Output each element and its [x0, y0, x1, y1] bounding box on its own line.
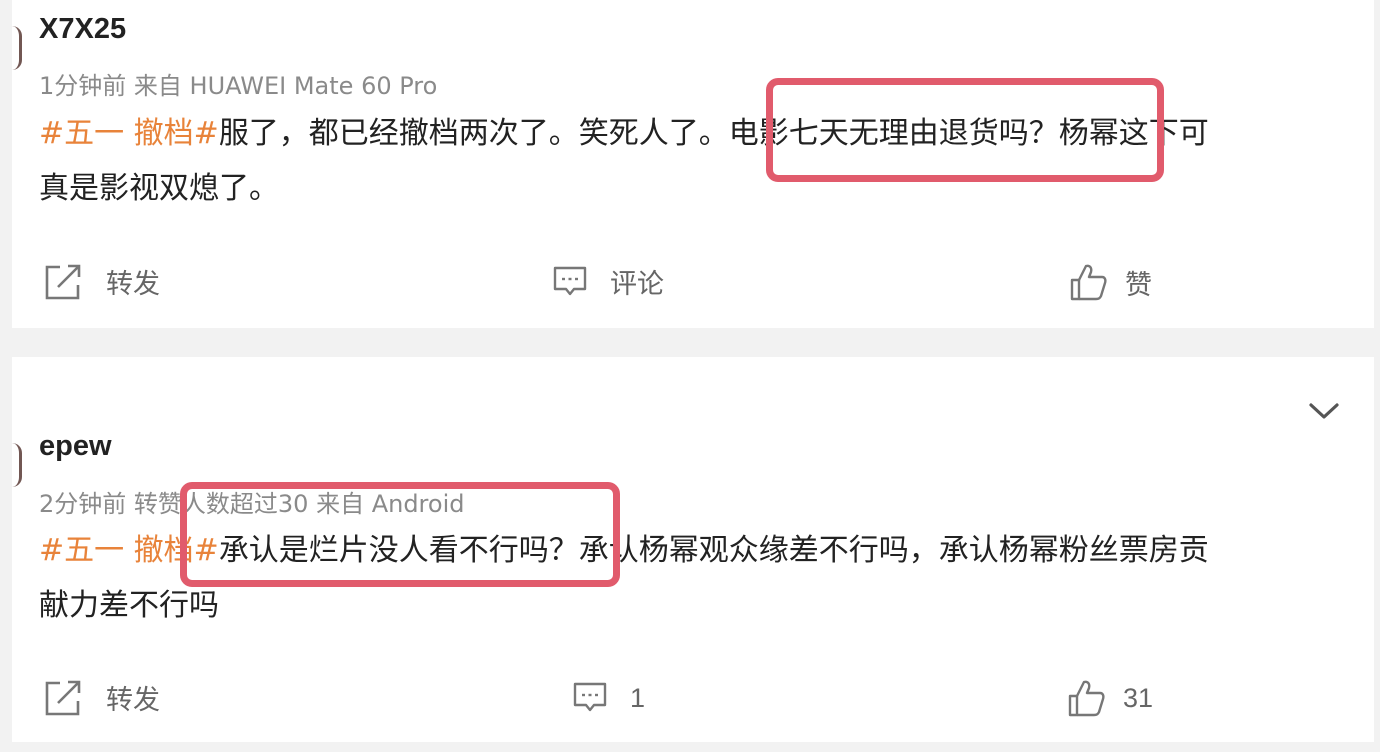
repost-label: 转发: [106, 685, 160, 716]
post-text: #五一 撤档#承认是烂片没人看不行吗？承认杨幂观众缘差不行吗，承认杨幂粉丝票房贡…: [39, 523, 1339, 633]
repost-button[interactable]: 转发: [44, 262, 160, 301]
comment-button[interactable]: 1: [572, 680, 645, 716]
username[interactable]: epew: [39, 430, 112, 463]
chevron-down-icon[interactable]: [1308, 401, 1340, 425]
topic-link[interactable]: #五一 撤档#: [39, 533, 219, 568]
like-button[interactable]: 赞: [1069, 262, 1152, 302]
comment-count: 1: [630, 682, 646, 713]
comment-label: 评论: [610, 269, 664, 300]
avatar[interactable]: [12, 443, 22, 487]
post-card: epew 2分钟前 转赞人数超过30 来自 Android #五一 撤档#承认是…: [12, 357, 1374, 742]
username[interactable]: X7X25: [39, 13, 126, 46]
comment-button[interactable]: 评论: [552, 262, 664, 301]
post-meta: 1分钟前 来自 HUAWEI Mate 60 Pro: [39, 72, 438, 100]
like-button[interactable]: 31: [1067, 678, 1153, 718]
post-text-line: 真是影视双熄了。: [39, 171, 279, 206]
share-icon: [44, 263, 84, 301]
post-text-line: 承认是烂片没人看不行吗？承认杨幂观众缘差不行吗，承认杨幂粉丝票房贡: [218, 533, 1209, 568]
thumbs-up-icon: [1069, 262, 1109, 302]
topic-link[interactable]: #五一 撤档#: [39, 116, 219, 151]
repost-label: 转发: [106, 269, 160, 300]
share-icon: [44, 679, 84, 717]
thumbs-up-icon: [1067, 678, 1107, 718]
post-text-line: 献力差不行吗: [39, 588, 219, 623]
comment-icon: [572, 680, 608, 716]
post-card: X7X25 1分钟前 来自 HUAWEI Mate 60 Pro #五一 撤档#…: [12, 0, 1374, 328]
comment-icon: [552, 264, 588, 300]
avatar[interactable]: [12, 26, 22, 70]
like-count: 31: [1123, 682, 1154, 713]
repost-button[interactable]: 转发: [44, 678, 160, 717]
post-text: #五一 撤档#服了，都已经撤档两次了。笑死人了。电影七天无理由退货吗？杨幂这下可…: [39, 106, 1339, 216]
chevron-down-icon[interactable]: [1296, 0, 1320, 5]
post-text-line: 服了，都已经撤档两次了。笑死人了。电影七天无理由退货吗？杨幂这下可: [218, 116, 1209, 151]
post-meta: 2分钟前 转赞人数超过30 来自 Android: [39, 490, 465, 518]
like-label: 赞: [1125, 269, 1152, 301]
weibo-comment-feed: X7X25 1分钟前 来自 HUAWEI Mate 60 Pro #五一 撤档#…: [0, 0, 1380, 752]
